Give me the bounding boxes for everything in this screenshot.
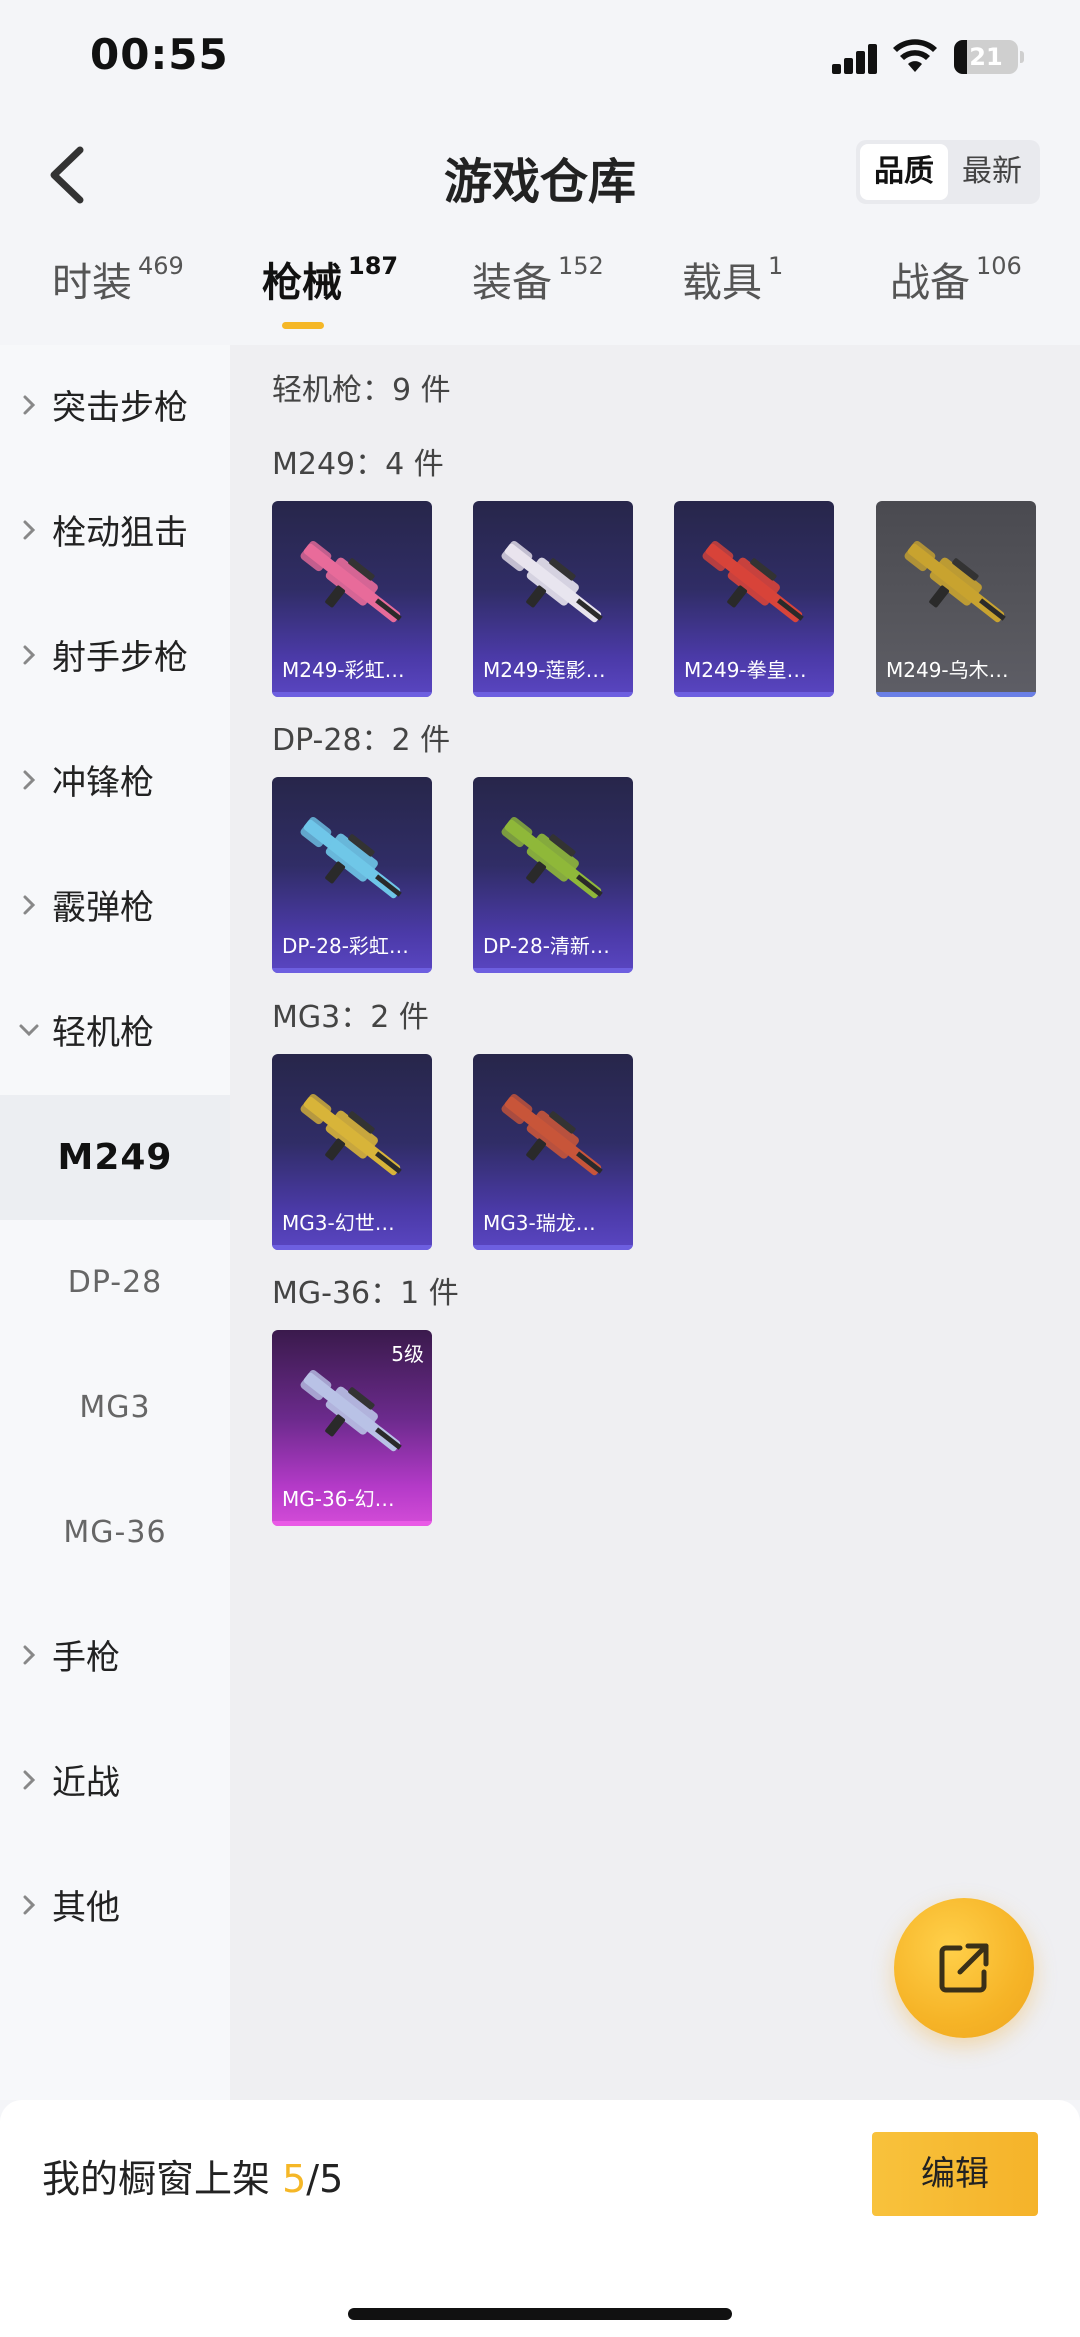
gun-skin-icon — [300, 1094, 402, 1176]
share-button[interactable] — [894, 1898, 1034, 2038]
chevron-right-icon — [23, 1770, 36, 1789]
showcase-shelf-status: 我的橱窗上架 5/5 — [42, 2157, 344, 2201]
header: 游戏仓库 品质 最新 — [0, 120, 1080, 230]
warehouse-page: 00:55 21 游戏仓库 品质 最新 时装 469 枪械 187 装备 152… — [0, 0, 1080, 2337]
sidebar-subitem-mg36[interactable]: MG-36 — [0, 1470, 230, 1595]
sidebar-subitem-m249[interactable]: M249 — [0, 1095, 230, 1220]
sidebar-subitem-mg3[interactable]: MG3 — [0, 1345, 230, 1470]
item-grid-panel: 轻机枪：9 件 M249：4 件 M249-彩虹… M249-莲影… M249-… — [230, 345, 1080, 2100]
sort-option-quality[interactable]: 品质 — [860, 144, 948, 200]
sidebar-item-bolt-sniper[interactable]: 栓动狙击 — [0, 467, 230, 592]
sidebar-item-assault-rifle[interactable]: 突击步枪 — [0, 342, 230, 467]
sidebar-item-pistol[interactable]: 手枪 — [0, 1592, 230, 1717]
item-name: M249-莲影… — [483, 658, 606, 682]
sidebar-item-shotgun[interactable]: 霰弹枪 — [0, 842, 230, 967]
group-label-dp28: DP-28：2 件 — [272, 723, 451, 758]
item-card[interactable]: M249-莲影… — [473, 501, 633, 697]
chevron-right-icon — [23, 395, 36, 414]
item-name: DP-28-彩虹… — [282, 934, 409, 958]
item-card[interactable]: MG3-幻世… — [272, 1054, 432, 1250]
gun-skin-icon — [702, 541, 804, 623]
item-name: MG3-幻世… — [282, 1211, 395, 1235]
tab-fashion[interactable]: 时装 469 — [52, 250, 184, 308]
status-time: 00:55 — [90, 30, 229, 79]
item-card[interactable]: DP-28-清新… — [473, 777, 633, 973]
active-tab-indicator — [282, 322, 324, 329]
sidebar-item-label: 突击步枪 — [52, 388, 188, 428]
item-card[interactable]: M249-乌木… — [876, 501, 1036, 697]
chevron-right-icon — [23, 1895, 36, 1914]
gun-skin-icon — [300, 541, 402, 623]
category-total-label: 轻机枪：9 件 — [272, 373, 451, 408]
sidebar-item-marksman-rifle[interactable]: 射手步枪 — [0, 592, 230, 717]
battery-level-text: 21 — [969, 43, 1003, 71]
edit-button[interactable]: 编辑 — [872, 2132, 1038, 2216]
item-name: M249-拳皇… — [684, 658, 807, 682]
sort-option-newest[interactable]: 最新 — [948, 144, 1036, 200]
tab-firearms[interactable]: 枪械 187 — [262, 250, 398, 308]
gun-skin-icon — [904, 541, 1006, 623]
item-name: MG3-瑞龙… — [483, 1211, 596, 1235]
status-bar: 00:55 21 — [0, 0, 1080, 120]
chevron-right-icon — [23, 770, 36, 789]
chevron-down-icon — [19, 1024, 39, 1036]
sidebar-item-smg[interactable]: 冲锋枪 — [0, 717, 230, 842]
gun-skin-icon — [501, 1094, 603, 1176]
group-label-mg36: MG-36：1 件 — [272, 1276, 459, 1311]
tab-equipment[interactable]: 装备 152 — [472, 250, 604, 308]
sidebar-item-label: 霰弹枪 — [52, 888, 154, 928]
item-name: DP-28-清新… — [483, 934, 610, 958]
gun-skin-icon — [501, 817, 603, 899]
battery-icon: 21 — [954, 40, 1024, 74]
category-tabs: 时装 469 枪械 187 装备 152 载具 1 战备 106 — [0, 250, 1080, 340]
item-card[interactable]: M249-拳皇… — [674, 501, 834, 697]
sidebar-item-label: 冲锋枪 — [52, 763, 154, 803]
chevron-right-icon — [23, 520, 36, 539]
sidebar-item-label: 近战 — [52, 1763, 120, 1803]
group-label-m249: M249：4 件 — [272, 447, 444, 482]
sort-toggle: 品质 最新 — [856, 140, 1040, 204]
item-card[interactable]: DP-28-彩虹… — [272, 777, 432, 973]
item-card[interactable]: M249-彩虹… — [272, 501, 432, 697]
item-name: MG-36-幻… — [282, 1487, 395, 1511]
sidebar-subitem-dp28[interactable]: DP-28 — [0, 1220, 230, 1345]
sidebar-item-lmg[interactable]: 轻机枪 — [0, 967, 230, 1092]
sidebar-item-label: 射手步枪 — [52, 638, 188, 678]
chevron-right-icon — [23, 895, 36, 914]
sidebar-item-label: 其他 — [52, 1888, 120, 1928]
showcase-footer: 我的橱窗上架 5/5 编辑 — [0, 2100, 1080, 2337]
item-card[interactable]: MG3-瑞龙… — [473, 1054, 633, 1250]
gun-skin-icon — [501, 541, 603, 623]
sidebar-item-melee[interactable]: 近战 — [0, 1717, 230, 1842]
item-name: M249-彩虹… — [282, 658, 405, 682]
gun-skin-icon — [300, 817, 402, 899]
item-card[interactable]: 5级 MG-36-幻… — [272, 1330, 432, 1526]
wifi-icon — [893, 39, 937, 72]
sidebar-item-other[interactable]: 其他 — [0, 1842, 230, 1967]
tab-supplies[interactable]: 战备 106 — [890, 250, 1022, 308]
gun-skin-icon — [300, 1370, 402, 1452]
external-share-icon — [939, 1943, 989, 1993]
chevron-right-icon — [23, 1645, 36, 1664]
cellular-signal-icon — [832, 44, 880, 74]
sidebar-item-label: 栓动狙击 — [52, 513, 188, 553]
sidebar-item-label: 手枪 — [52, 1638, 120, 1678]
group-label-mg3: MG3：2 件 — [272, 1000, 429, 1035]
chevron-right-icon — [23, 645, 36, 664]
sidebar-item-label: 轻机枪 — [52, 1013, 154, 1053]
tab-vehicles[interactable]: 载具 1 — [682, 250, 783, 308]
home-indicator — [348, 2308, 732, 2320]
category-sidebar: 突击步枪 栓动狙击 射手步枪 冲锋枪 霰弹枪 轻机枪 M249 DP-28 MG… — [0, 345, 230, 2100]
item-name: M249-乌木… — [886, 658, 1009, 682]
